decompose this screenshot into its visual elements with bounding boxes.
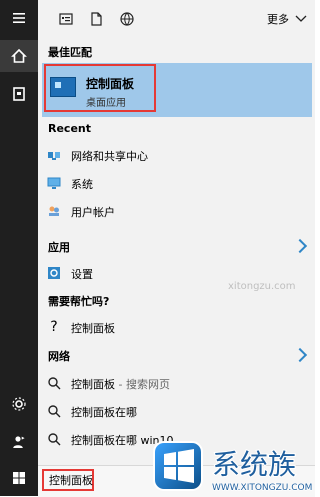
chevron-right-icon[interactable] (292, 347, 308, 363)
notebook-button[interactable] (0, 78, 38, 110)
section-apps: 应用 (48, 241, 70, 254)
recent-item-label: 系统 (71, 178, 93, 191)
recent-item[interactable]: 用户帐户 (38, 200, 315, 222)
search-input[interactable] (49, 472, 95, 488)
help-item-label: 控制面板 (71, 322, 115, 335)
best-match-subtitle: 桌面应用 (86, 98, 126, 109)
recent-item[interactable]: 网络和共享中心 (38, 144, 315, 166)
search-icon (46, 431, 62, 447)
web-filter-button[interactable] (118, 10, 136, 28)
section-help: 需要帮忙吗? (48, 295, 110, 308)
network-item-title: 控制面板 (71, 378, 115, 391)
home-icon (11, 48, 27, 63)
notebook-icon (13, 87, 25, 101)
more-filters-button[interactable]: 更多 (267, 11, 307, 27)
network-item-secondary: - 搜索网页 (118, 378, 170, 391)
filters-bar: 更多 (38, 0, 315, 38)
logo-url: WWW.XITONGZU.COM (212, 483, 312, 493)
site-logo: 系统族 WWW.XITONGZU.COM (150, 434, 315, 496)
network-item-label: 控制面板 - 搜索网页 (71, 376, 170, 392)
windows-logo-icon (13, 472, 25, 484)
more-label: 更多 (267, 13, 289, 26)
user-accounts-icon (46, 203, 62, 219)
section-best-match: 最佳匹配 (48, 46, 92, 59)
chevron-right-icon[interactable] (292, 238, 308, 254)
settings-app-icon (46, 265, 62, 281)
document-filter-icon (91, 12, 102, 26)
section-network: 网络 (48, 350, 70, 363)
network-item-label: 控制面板在哪 (71, 406, 137, 419)
recent-item-label: 用户帐户 (71, 206, 115, 219)
recent-item-label: 网络和共享中心 (71, 150, 148, 163)
apps-item-label: 设置 (71, 268, 93, 281)
chevron-down-icon (295, 15, 307, 22)
search-icon (46, 375, 62, 391)
hamburger-button[interactable] (0, 2, 38, 34)
settings-gear-icon (12, 397, 26, 411)
section-recent: Recent (48, 122, 92, 135)
left-rail (0, 0, 38, 496)
best-match-result[interactable]: 控制面板 桌面应用 (42, 63, 312, 117)
windows-start-button[interactable] (0, 462, 38, 494)
documents-filter-button[interactable] (87, 10, 105, 28)
search-results-panel: 更多 最佳匹配 控制面板 桌面应用 Recent 网络和共享中心 系统 用户帐户… (38, 0, 315, 496)
help-item[interactable]: ? 控制面板 (38, 316, 315, 338)
hamburger-icon (13, 13, 25, 23)
globe-icon (120, 12, 134, 26)
search-icon (46, 403, 62, 419)
apps-filter-icon (59, 13, 73, 25)
question-icon: ? (50, 319, 58, 335)
settings-button[interactable] (0, 388, 38, 420)
home-button[interactable] (0, 40, 38, 72)
system-icon (46, 175, 62, 191)
user-button[interactable] (0, 426, 38, 458)
apps-filter-button[interactable] (57, 10, 75, 28)
watermark-text: xitongzu.com (228, 281, 296, 292)
user-icon (13, 436, 25, 448)
control-panel-icon (50, 77, 76, 97)
network-item[interactable]: 控制面板在哪 (38, 400, 315, 422)
network-sharing-icon (46, 147, 62, 163)
logo-text: 系统族 (212, 448, 296, 481)
recent-item[interactable]: 系统 (38, 172, 315, 194)
best-match-title: 控制面板 (86, 77, 135, 91)
network-item[interactable]: 控制面板 - 搜索网页 (38, 372, 315, 394)
